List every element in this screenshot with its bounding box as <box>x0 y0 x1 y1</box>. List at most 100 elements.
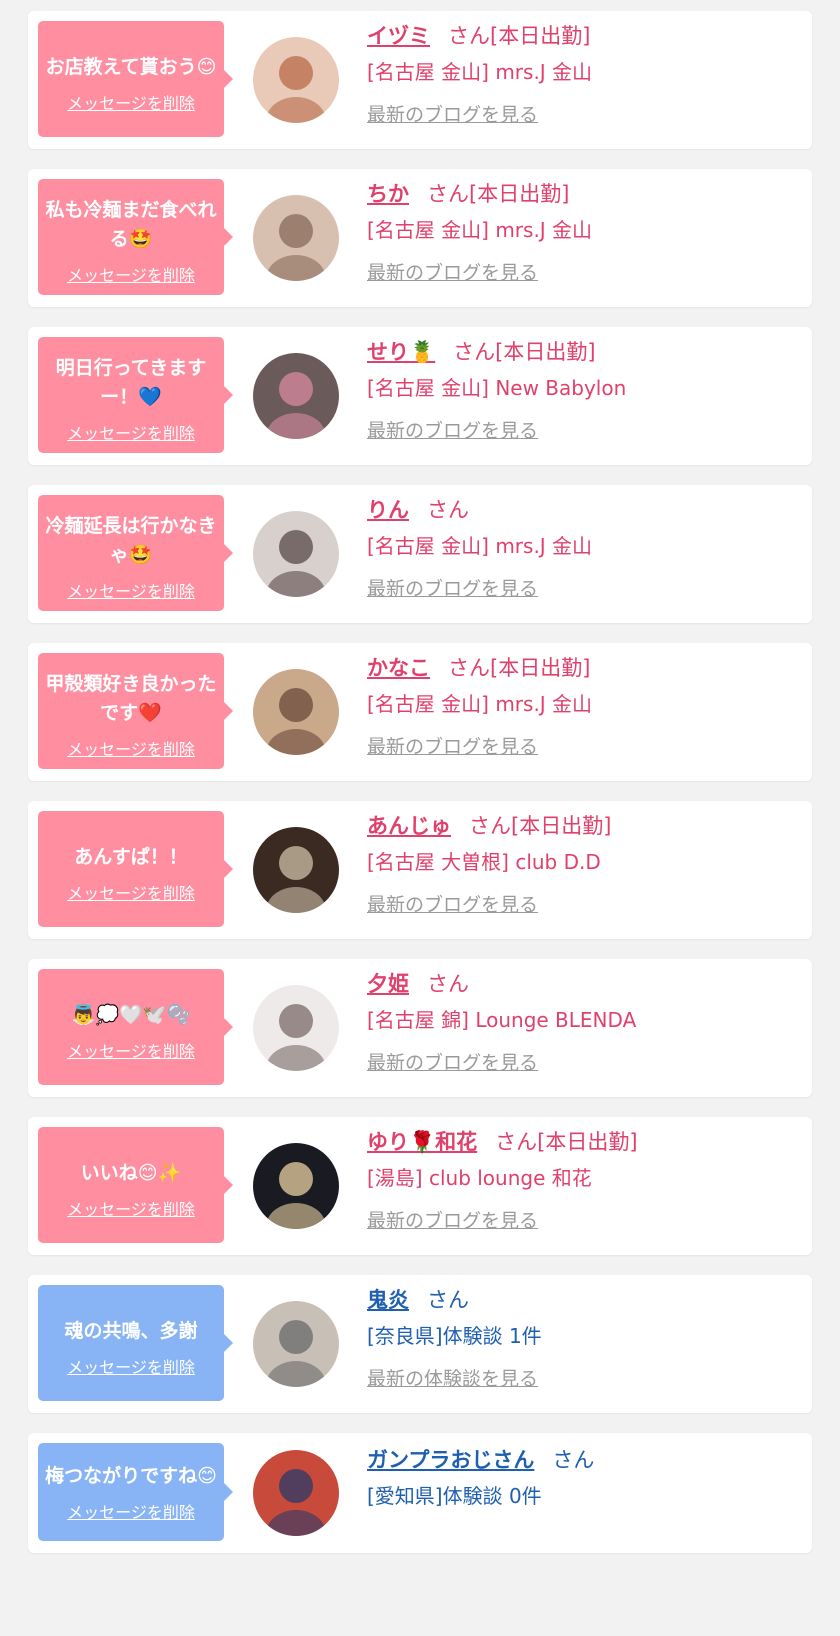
honorific-status: さん <box>552 1448 595 1472</box>
profile-photo-icon <box>253 827 339 913</box>
honorific-status: さん[本日出勤] <box>495 1130 638 1154</box>
profile-photo-icon <box>253 1450 339 1536</box>
honorific-status: さん[本日出勤] <box>453 340 596 364</box>
delete-message-button[interactable]: メッセージを削除 <box>67 1196 195 1220</box>
latest-post-link[interactable]: 最新のブログを見る <box>367 1049 538 1077</box>
message-text: 魂の共鳴、多謝 <box>64 1319 198 1342</box>
latest-post-link[interactable]: 最新の体験談を見る <box>367 1365 538 1393</box>
avatar-profile-photo[interactable] <box>253 669 339 755</box>
profile-info: せり🍍 さん[本日出勤] [名古屋 金山] New Babylon 最新のブログを… <box>367 337 802 445</box>
message-text: 明日行ってきますー！💙 <box>55 357 207 408</box>
profile-photo-icon <box>253 1301 339 1387</box>
latest-post-link[interactable]: 最新のブログを見る <box>367 1207 538 1235</box>
message-card-7: 👼💭🤍🕊️🫧 メッセージを削除 夕姫 さん [名古屋 錦] Lounge BLEN… <box>28 959 812 1097</box>
delete-message-button[interactable]: メッセージを削除 <box>67 880 195 904</box>
delete-message-button[interactable]: メッセージを削除 <box>67 262 195 286</box>
shop-info: [名古屋 錦] Lounge BLENDA <box>367 1008 637 1032</box>
name-row: あんじゅ さん[本日出勤] <box>367 811 802 841</box>
shop-info: [名古屋 金山] mrs.J 金山 <box>367 692 593 716</box>
delete-message-button[interactable]: メッセージを削除 <box>67 736 195 760</box>
message-bubble: 冷麺延長は行かなきゃ🤩 メッセージを削除 <box>38 495 233 611</box>
profile-photo-icon <box>253 37 339 123</box>
message-card-10: 梅つながりですね😊 メッセージを削除 ガンプラおじさん さん [愛知県]体験談 0… <box>28 1433 812 1553</box>
profile-name-link[interactable]: せり🍍 <box>367 340 435 364</box>
profile-info: ガンプラおじさん さん [愛知県]体験談 0件 <box>367 1445 802 1511</box>
message-text: 梅つながりですね😊 <box>45 1464 217 1487</box>
avatar-profile-photo[interactable] <box>253 1301 339 1387</box>
message-card-2: 私も冷麺まだ食べれる🤩 メッセージを削除 ちか さん[本日出勤] [名古屋 金山]… <box>28 169 812 307</box>
profile-name-link[interactable]: 夕姫 <box>367 972 409 996</box>
honorific-status: さん <box>427 1288 469 1312</box>
message-bubble: あんすぱ！！ メッセージを削除 <box>38 811 233 927</box>
profile-photo-icon <box>253 1143 339 1229</box>
avatar-profile-photo[interactable] <box>253 353 339 439</box>
message-text: 👼💭🤍🕊️🫧 <box>71 1003 191 1026</box>
latest-post-link[interactable]: 最新のブログを見る <box>367 259 538 287</box>
profile-photo-icon <box>253 353 339 439</box>
honorific-status: さん <box>427 972 469 996</box>
avatar-profile-photo[interactable] <box>253 195 339 281</box>
name-row: イヅミ さん[本日出勤] <box>367 21 802 51</box>
avatar-profile-photo[interactable] <box>253 511 339 597</box>
name-row: せり🍍 さん[本日出勤] <box>367 337 802 367</box>
latest-post-link[interactable]: 最新のブログを見る <box>367 417 538 445</box>
name-row: りん さん <box>367 495 802 525</box>
delete-message-button[interactable]: メッセージを削除 <box>67 90 195 114</box>
honorific-status: さん <box>427 498 469 522</box>
delete-message-button[interactable]: メッセージを削除 <box>67 578 195 602</box>
name-row: かなこ さん[本日出勤] <box>367 653 802 683</box>
profile-name-link[interactable]: あんじゅ <box>367 814 451 838</box>
profile-info: ゆり🌹和花 さん[本日出勤] [湯島] club lounge 和花 最新のブログ… <box>367 1127 802 1235</box>
shop-info: [湯島] club lounge 和花 <box>367 1166 592 1190</box>
avatar-profile-photo[interactable] <box>253 827 339 913</box>
profile-name-link[interactable]: ゆり🌹和花 <box>367 1130 477 1154</box>
message-text: あんすぱ！！ <box>74 845 188 868</box>
honorific-status: さん[本日出勤] <box>448 24 591 48</box>
name-row: 鬼炎 さん <box>367 1285 802 1315</box>
profile-name-link[interactable]: ちか <box>367 182 409 206</box>
profile-name-link[interactable]: かなこ <box>367 656 430 680</box>
message-text: 冷麺延長は行かなきゃ🤩 <box>45 515 217 566</box>
message-text: 私も冷麺まだ食べれる🤩 <box>45 199 217 250</box>
latest-post-link[interactable]: 最新のブログを見る <box>367 891 538 919</box>
message-bubble: 甲殻類好き良かったです❤️ メッセージを削除 <box>38 653 233 769</box>
profile-info: りん さん [名古屋 金山] mrs.J 金山 最新のブログを見る <box>367 495 802 603</box>
message-text: お店教えて貰おう😊 <box>45 55 217 78</box>
message-bubble: 👼💭🤍🕊️🫧 メッセージを削除 <box>38 969 233 1085</box>
delete-message-button[interactable]: メッセージを削除 <box>67 1499 195 1523</box>
profile-info: 夕姫 さん [名古屋 錦] Lounge BLENDA 最新のブログを見る <box>367 969 802 1077</box>
delete-message-button[interactable]: メッセージを削除 <box>67 1038 195 1062</box>
shop-info: [名古屋 金山] mrs.J 金山 <box>367 60 593 84</box>
profile-info: イヅミ さん[本日出勤] [名古屋 金山] mrs.J 金山 最新のブログを見る <box>367 21 802 129</box>
avatar-profile-photo[interactable] <box>253 37 339 123</box>
message-bubble: 梅つながりですね😊 メッセージを削除 <box>38 1443 233 1541</box>
shop-info: [名古屋 大曽根] club D.D <box>367 850 601 874</box>
shop-info: [名古屋 金山] New Babylon <box>367 376 627 400</box>
profile-info: ちか さん[本日出勤] [名古屋 金山] mrs.J 金山 最新のブログを見る <box>367 179 802 287</box>
profile-photo-icon <box>253 669 339 755</box>
avatar-profile-photo[interactable] <box>253 1450 339 1536</box>
message-card-9: 魂の共鳴、多謝 メッセージを削除 鬼炎 さん [奈良県]体験談 1件 最新の体験談… <box>28 1275 812 1413</box>
avatar-profile-photo[interactable] <box>253 985 339 1071</box>
message-list: お店教えて貰おう😊 メッセージを削除 イヅミ さん[本日出勤] [名古屋 金山] … <box>0 0 840 1636</box>
name-row: 夕姫 さん <box>367 969 802 999</box>
latest-post-link[interactable]: 最新のブログを見る <box>367 575 538 603</box>
profile-name-link[interactable]: 鬼炎 <box>367 1288 409 1312</box>
message-card-8: いいね😊✨ メッセージを削除 ゆり🌹和花 さん[本日出勤] [湯島] club l… <box>28 1117 812 1255</box>
profile-name-link[interactable]: りん <box>367 498 409 522</box>
profile-info: 鬼炎 さん [奈良県]体験談 1件 最新の体験談を見る <box>367 1285 802 1393</box>
latest-post-link[interactable]: 最新のブログを見る <box>367 733 538 761</box>
delete-message-button[interactable]: メッセージを削除 <box>67 420 195 444</box>
avatar-profile-photo[interactable] <box>253 1143 339 1229</box>
delete-message-button[interactable]: メッセージを削除 <box>67 1354 195 1378</box>
profile-name-link[interactable]: ガンプラおじさん <box>367 1448 534 1472</box>
message-bubble: お店教えて貰おう😊 メッセージを削除 <box>38 21 233 137</box>
profile-name-link[interactable]: イヅミ <box>367 24 430 48</box>
profile-info: あんじゅ さん[本日出勤] [名古屋 大曽根] club D.D 最新のブログを見… <box>367 811 802 919</box>
profile-photo-icon <box>253 195 339 281</box>
message-bubble: いいね😊✨ メッセージを削除 <box>38 1127 233 1243</box>
latest-post-link[interactable]: 最新のブログを見る <box>367 101 538 129</box>
honorific-status: さん[本日出勤] <box>427 182 570 206</box>
name-row: ちか さん[本日出勤] <box>367 179 802 209</box>
profile-photo-icon <box>253 985 339 1071</box>
